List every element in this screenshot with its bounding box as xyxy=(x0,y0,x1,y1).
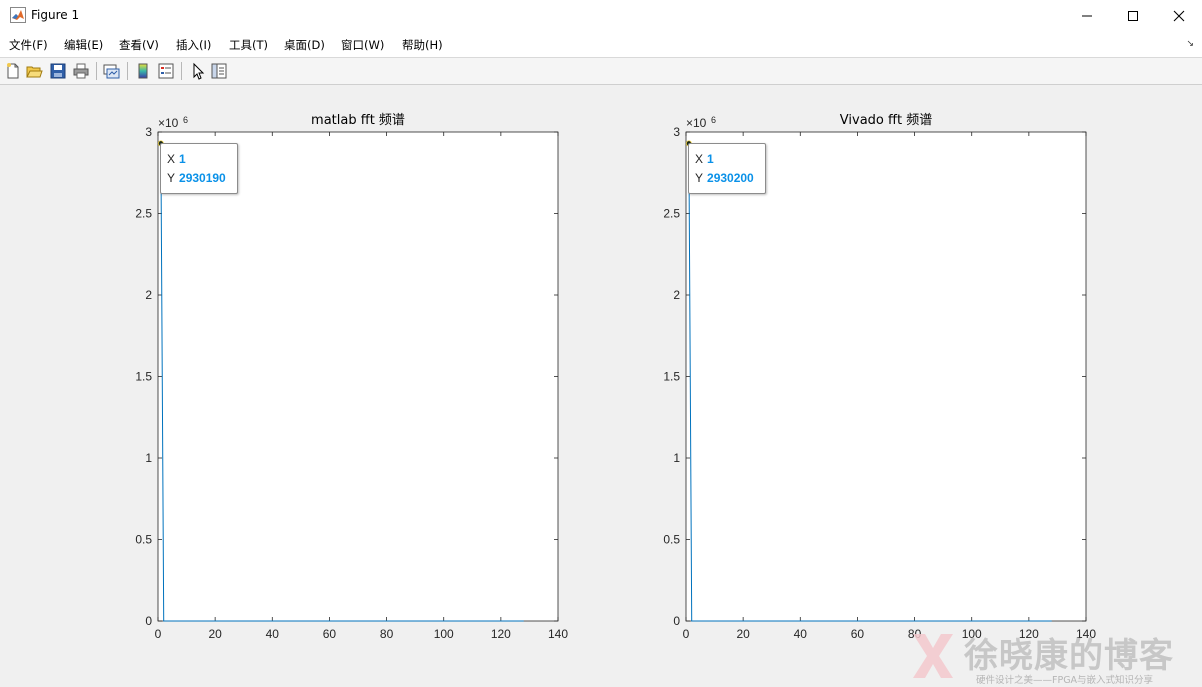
title-bar: Figure 1 xyxy=(0,0,1202,31)
new-figure-icon[interactable] xyxy=(4,62,22,80)
x-tick-label: 0 xyxy=(683,627,690,641)
menu-tools[interactable]: 工具(T) xyxy=(229,37,268,53)
menu-desktop[interactable]: 桌面(D) xyxy=(284,37,325,53)
y-exponent-power: 6 xyxy=(183,115,188,125)
datatip-y-label: Y xyxy=(167,171,176,185)
datatip-y-value: 2930200 xyxy=(707,171,754,185)
close-button[interactable] xyxy=(1156,0,1202,31)
y-tick-label: 0.5 xyxy=(135,533,152,547)
plot-title: matlab fft 频谱 xyxy=(311,113,405,128)
datatip-x-value: 1 xyxy=(179,152,186,166)
close-icon xyxy=(1173,10,1185,21)
y-tick-label: 0.5 xyxy=(663,533,680,547)
open-file-icon[interactable] xyxy=(25,62,43,80)
menu-edit[interactable]: 编辑(E) xyxy=(64,37,103,53)
y-exponent-label: ×10 xyxy=(158,116,179,130)
y-exponent-label: ×10 xyxy=(686,116,707,130)
x-tick-label: 20 xyxy=(208,627,222,641)
watermark-subtitle: 硬件设计之美——FPGA与嵌入式知识分享 xyxy=(976,675,1154,686)
figure-canvas: 0 20 40 60 80 100 120 140 0 0.5 1 1.5 2 2.5 3 ×10 6 matla… xyxy=(1,85,1201,686)
watermark-logo-icon xyxy=(913,634,953,678)
figure-toolbar xyxy=(0,58,1202,85)
menu-help[interactable]: 帮助(H) xyxy=(402,37,443,53)
watermark: 徐晓康的博客 硬件设计之美——FPGA与嵌入式知识分享 xyxy=(903,628,1202,687)
toolbar-separator xyxy=(96,62,97,80)
datatip-right[interactable]: X1 Y 2930200 xyxy=(688,143,766,194)
axes-box xyxy=(685,131,1087,622)
colorbar-icon[interactable] xyxy=(134,62,152,80)
y-tick-label: 3 xyxy=(145,125,152,139)
window-title: Figure 1 xyxy=(31,8,80,22)
x-tick-label: 0 xyxy=(155,627,162,641)
x-tick-label: 80 xyxy=(380,627,394,641)
y-tick-label: 2.5 xyxy=(663,207,680,221)
y-exponent-power: 6 xyxy=(711,115,716,125)
menu-view[interactable]: 查看(V) xyxy=(119,37,159,53)
y-tick-label: 2.5 xyxy=(135,207,152,221)
datatip-y-label: Y xyxy=(695,171,704,185)
toolbar-separator xyxy=(181,62,182,80)
minimize-button[interactable] xyxy=(1064,0,1110,31)
x-tick-label: 60 xyxy=(323,627,337,641)
datatip-x-value: 1 xyxy=(707,152,714,166)
toolbar-separator xyxy=(127,62,128,80)
menu-insert[interactable]: 插入(I) xyxy=(176,37,211,53)
link-plot-icon[interactable] xyxy=(102,62,120,80)
matlab-logo-icon xyxy=(10,7,26,23)
print-icon[interactable] xyxy=(72,62,90,80)
maximize-button[interactable] xyxy=(1110,0,1156,31)
y-tick-label: 1.5 xyxy=(663,370,680,384)
legend-icon[interactable] xyxy=(157,62,175,80)
y-tick-label: 3 xyxy=(673,125,680,139)
y-tick-label: 2 xyxy=(145,288,152,302)
x-tick-label: 140 xyxy=(548,627,568,641)
datatip-x-label: X xyxy=(695,152,704,166)
axes-box xyxy=(157,131,559,622)
plot-title: Vivado fft 频谱 xyxy=(840,113,932,128)
x-tick-label: 120 xyxy=(491,627,511,641)
datatip-y-value: 2930190 xyxy=(179,171,226,185)
x-tick-label: 60 xyxy=(851,627,865,641)
menu-bar: 文件(F) 编辑(E) 查看(V) 插入(I) 工具(T) 桌面(D) 窗口(W… xyxy=(0,31,1202,58)
menu-file[interactable]: 文件(F) xyxy=(9,37,48,53)
y-tick-label: 0 xyxy=(145,614,152,628)
minimize-icon xyxy=(1082,15,1092,16)
y-tick-label: 0 xyxy=(673,614,680,628)
y-tick-label: 2 xyxy=(673,288,680,302)
pointer-icon[interactable] xyxy=(189,62,207,80)
y-tick-label: 1 xyxy=(673,451,680,465)
y-tick-label: 1.5 xyxy=(135,370,152,384)
dock-arrow-icon[interactable]: ↘ xyxy=(1186,39,1194,49)
watermark-title: 徐晓康的博客 xyxy=(964,636,1174,676)
maximize-icon xyxy=(1128,10,1138,21)
x-tick-label: 40 xyxy=(266,627,280,641)
x-tick-label: 40 xyxy=(794,627,808,641)
save-icon[interactable] xyxy=(49,62,67,80)
menu-window[interactable]: 窗口(W) xyxy=(341,37,384,53)
datatip-x-label: X xyxy=(167,152,176,166)
property-editor-icon[interactable] xyxy=(210,62,228,80)
x-tick-label: 100 xyxy=(434,627,454,641)
y-tick-label: 1 xyxy=(145,451,152,465)
datatip-left[interactable]: X1 Y 2930190 xyxy=(160,143,238,194)
x-tick-label: 20 xyxy=(736,627,750,641)
